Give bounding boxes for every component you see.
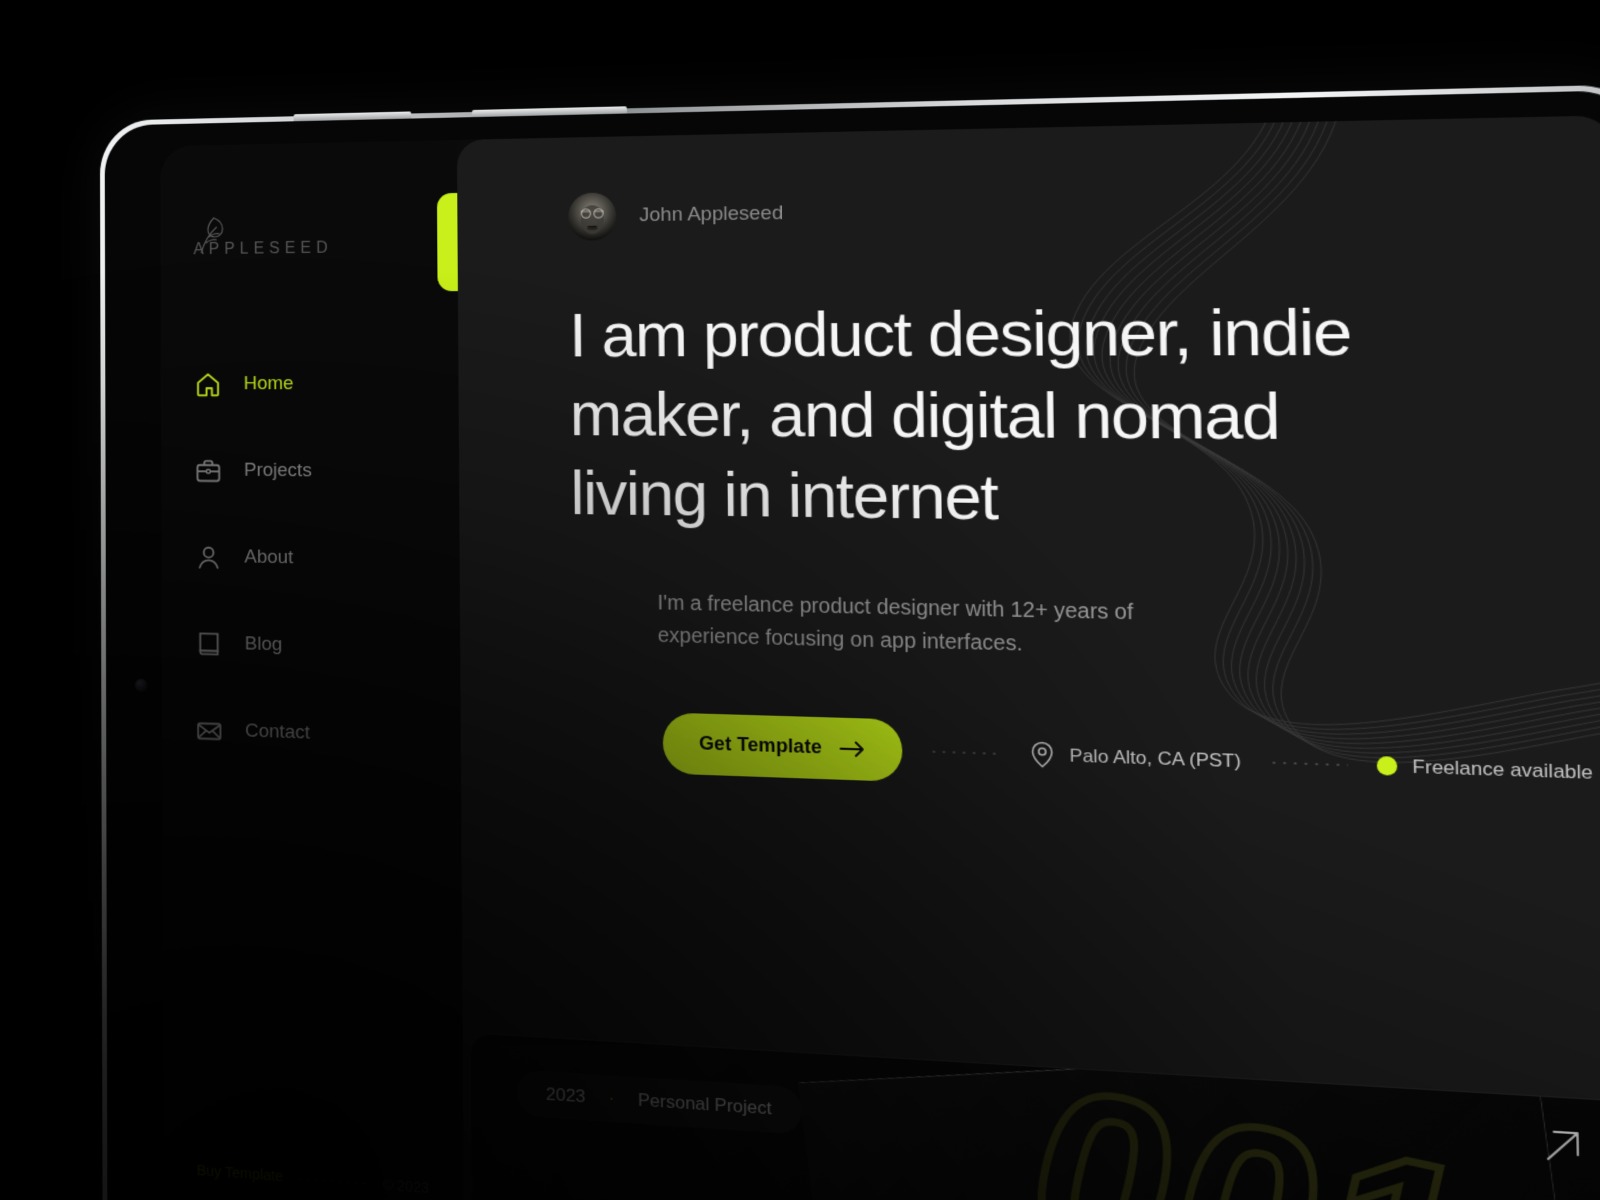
location-label: Palo Alto, CA (PST) [1069, 744, 1242, 772]
sidebar-item-about[interactable]: About [161, 513, 460, 605]
buy-template-link[interactable]: Buy Template [197, 1163, 284, 1186]
topbar: John Appleseed [457, 115, 1600, 242]
sidebar-item-home[interactable]: Home [161, 340, 459, 428]
sidebar-nav: Home Projects About Blog Contact [161, 340, 461, 783]
hero-subtitle: I'm a freelance product designer with 12… [657, 591, 1134, 657]
sidebar-item-blog[interactable]: Blog [162, 599, 461, 694]
dotted-divider [928, 750, 1003, 755]
briefcase-icon [194, 456, 222, 485]
project-category: Personal Project [637, 1089, 772, 1119]
buy-template-row: Buy Template © 2023 [197, 1163, 429, 1197]
dotted-divider [295, 1177, 371, 1185]
sidebar-item-label: Blog [244, 633, 283, 656]
logo[interactable]: APPLESEED [193, 213, 333, 259]
get-template-button[interactable]: Get Template [662, 712, 903, 782]
avatar[interactable] [568, 192, 617, 241]
sidebar-item-label: Projects [243, 459, 312, 482]
status-badge [1376, 756, 1397, 776]
envelope-icon [195, 715, 223, 745]
tablet-device: APPLESEED Home Projects About Blog Conta… [99, 84, 1600, 1200]
sidebar: APPLESEED Home Projects About Blog Conta… [160, 139, 536, 1200]
hero-section: I am product designer, indie maker, and … [458, 228, 1600, 807]
book-icon [195, 629, 223, 659]
project-year: 2023 [545, 1084, 586, 1107]
availability-meta: Freelance available [1376, 755, 1593, 785]
home-icon [196, 372, 219, 396]
main-panel: John Appleseed I am product designer, in… [456, 115, 1600, 1200]
cta-row: Get Template Palo Alto, CA (PST) Freelan… [662, 712, 1594, 806]
dotted-divider [1269, 761, 1348, 766]
sidebar-item-label: Home [243, 373, 294, 395]
device-inner-frame: APPLESEED Home Projects About Blog Conta… [104, 89, 1600, 1200]
device-bezel: APPLESEED Home Projects About Blog Conta… [99, 84, 1600, 1200]
copyright-text: © 2023 [382, 1176, 429, 1197]
user-avatar-photo [568, 192, 617, 241]
availability-label: Freelance available [1412, 755, 1594, 784]
user-icon [194, 542, 222, 572]
user-name: John Appleseed [639, 202, 784, 227]
sidebar-item-contact[interactable]: Contact [162, 685, 461, 782]
get-template-label: Get Template [698, 732, 823, 758]
front-camera-icon [134, 678, 148, 693]
screenshot-stage: APPLESEED Home Projects About Blog Conta… [0, 0, 1600, 1200]
map-pin-icon [1030, 741, 1055, 769]
sidebar-item-label: Contact [245, 720, 310, 744]
project-number: 001 [1004, 1033, 1511, 1200]
arrow-right-icon [839, 740, 864, 758]
brand-row: APPLESEED [160, 187, 536, 292]
sidebar-item-projects[interactable]: Projects [161, 427, 459, 517]
sidebar-item-label: About [244, 546, 294, 569]
tablet-screen: APPLESEED Home Projects About Blog Conta… [160, 115, 1600, 1200]
logo-text: APPLESEED [193, 239, 333, 259]
badge-separator: · [608, 1087, 615, 1109]
page-title: I am product designer, indie maker, and … [568, 295, 1352, 534]
sidebar-footer: Buy Template © 2023 [163, 1160, 464, 1200]
arrow-up-right-icon[interactable] [1538, 1122, 1589, 1171]
location-meta: Palo Alto, CA (PST) [1030, 741, 1241, 775]
project-card[interactable]: 001 2023 · Personal Project [470, 1032, 1600, 1200]
